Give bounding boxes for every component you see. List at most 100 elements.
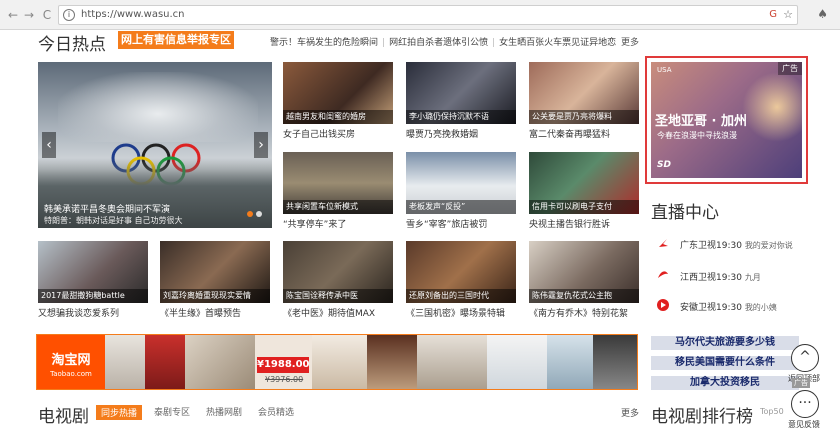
news-thumb[interactable]: 刘嘉玲离婚重现现实爱情 《半生缘》首曝预告 <box>160 241 270 319</box>
thumb-caption[interactable]: 央视主播告银行胜诉 <box>529 217 639 230</box>
hero-slideshow[interactable]: ‹ › 韩美承诺平昌冬奥会期间不军演 特朗普：朝韩对话是好事 自己功劳很大 <box>38 62 272 228</box>
back-to-top-icon[interactable]: ^ <box>791 344 819 372</box>
feedback-label[interactable]: 意见反馈 <box>788 419 820 430</box>
product-image[interactable] <box>367 335 417 389</box>
product-price[interactable]: ¥1988.00 <box>257 357 310 373</box>
slide-dot[interactable] <box>256 211 262 217</box>
back-button[interactable]: ← <box>6 8 20 22</box>
tv-drama-title: 电视剧 <box>38 407 89 427</box>
news-thumb[interactable]: 陈伟霆复仇花式公主抱 《南方有乔木》特别花絮 <box>529 241 639 319</box>
thumb-overlay-text: 越南男友和闺蜜的婚房 <box>283 110 393 124</box>
news-thumb[interactable]: 还原刘备出的三国时代 《三国机密》曝场景特辑 <box>406 241 516 319</box>
thumb-caption[interactable]: 《三国机密》曝场景特辑 <box>406 306 516 319</box>
thumb-caption[interactable]: 雪乡“宰客”旅店被罚 <box>406 217 516 230</box>
taobao-logo[interactable]: 淘宝网 Taobao.com <box>37 335 105 389</box>
bookmark-star-icon[interactable]: ☆ <box>783 8 793 21</box>
live-center-title: 直播中心 <box>651 203 719 223</box>
product-image[interactable] <box>185 335 255 389</box>
ad-title: 圣地亚哥 · 加州 <box>655 114 747 129</box>
live-channel-time[interactable]: 广东卫视19:30 <box>680 241 742 251</box>
ad-image[interactable]: USA 广告 圣地亚哥 · 加州 今春在浪漫中寻找浪漫 SD <box>651 62 802 178</box>
product-image[interactable] <box>487 335 547 389</box>
thumb-caption[interactable]: 女子自己出钱买房 <box>283 127 393 140</box>
slide-pagination <box>244 210 262 220</box>
tv-channel-icon <box>657 299 669 311</box>
tab-web-drama[interactable]: 热播网剧 <box>206 405 242 418</box>
ticker-link[interactable]: 女生晒百张火车票见证异地恋 <box>499 38 616 48</box>
thumb-overlay-text: 还原刘备出的三国时代 <box>406 289 516 303</box>
tv-more-link[interactable]: 更多 <box>621 406 639 419</box>
product-image[interactable] <box>593 335 637 389</box>
url-text[interactable]: https://www.wasu.cn <box>81 9 185 20</box>
ticker-link[interactable]: 警示！车祸发生的危险瞬间 <box>270 38 378 48</box>
ticker-link[interactable]: 网红拍自杀者遗体引公愤 <box>389 38 488 48</box>
live-program[interactable]: 我的小姨 <box>745 303 777 312</box>
tv-ranking-title: 电视剧排行榜 <box>651 407 753 427</box>
tv-channel-icon <box>658 271 668 278</box>
extension-icon[interactable]: G <box>769 9 777 20</box>
live-program[interactable]: 我的爱对你说 <box>745 241 793 250</box>
product-image[interactable] <box>417 335 487 389</box>
tv-channel-icon <box>659 239 668 247</box>
hot-more-link[interactable]: 更多 <box>621 35 639 48</box>
product-image[interactable] <box>105 335 145 389</box>
news-thumb[interactable]: 共享闲置车位新模式 “共享停车”来了 <box>283 152 393 230</box>
live-channel-time[interactable]: 安徽卫视19:30 <box>680 303 742 313</box>
address-bar[interactable]: i https://www.wasu.cn G ☆ <box>58 5 798 25</box>
thumb-caption[interactable]: “共享停车”来了 <box>283 217 393 230</box>
browser-toolbar: ← → C i https://www.wasu.cn G ☆ ♠ <box>0 0 840 30</box>
forward-button[interactable]: → <box>22 8 36 22</box>
live-channel-time[interactable]: 江西卫视19:30 <box>680 273 742 283</box>
live-channel-row[interactable]: 江西卫视19:30 九月 <box>656 268 806 286</box>
product-image[interactable] <box>312 335 367 389</box>
slide-prev-button[interactable]: ‹ <box>42 132 56 158</box>
ad-logo: SD <box>657 160 671 170</box>
news-thumb[interactable]: 信用卡可以刷电子支付 央视主播告银行胜诉 <box>529 152 639 230</box>
tab-thai-drama[interactable]: 泰剧专区 <box>154 405 190 418</box>
slide-next-button[interactable]: › <box>254 132 268 158</box>
sponsored-link[interactable]: 加拿大投资移民 <box>651 376 799 390</box>
news-thumb[interactable]: 越南男友和闺蜜的婚房 女子自己出钱买房 <box>283 62 393 140</box>
live-channel-row[interactable]: 广东卫视19:30 我的爱对你说 <box>656 236 806 254</box>
news-thumb[interactable]: 陈宝国诠释传承中医 《老中医》期待值MAX <box>283 241 393 319</box>
news-thumb[interactable]: 2017最甜撒狗糖battle 又想骗我谈恋爱系列 <box>38 241 148 319</box>
slide-subcaption[interactable]: 特朗普：朝韩对话是好事 自己功劳很大 <box>44 215 183 226</box>
sponsored-link[interactable]: 马尔代夫旅游要多少钱 <box>651 336 799 350</box>
live-channel-row[interactable]: 安徽卫视19:30 我的小姨 <box>656 298 806 316</box>
thumb-overlay-text: 共享闲置车位新模式 <box>283 200 393 214</box>
product-original-price: ¥3976.00 <box>265 375 304 384</box>
product-image[interactable] <box>547 335 593 389</box>
ad-tag: 广告 <box>778 62 802 75</box>
advertisement-box[interactable]: USA 广告 圣地亚哥 · 加州 今春在浪漫中寻找浪漫 SD <box>645 56 808 184</box>
thumb-caption[interactable]: 曝贾乃亮挽救婚姻 <box>406 127 516 140</box>
tab-sync-hot[interactable]: 同步热播 <box>96 405 143 420</box>
thumb-caption[interactable]: 《南方有乔木》特别花絮 <box>529 306 639 319</box>
live-program[interactable]: 九月 <box>745 273 761 282</box>
ad-usa-label: USA <box>657 66 672 74</box>
feedback-icon[interactable]: ··· <box>791 390 819 418</box>
thumb-overlay-text: 老板发声“反投” <box>406 200 516 214</box>
product-image[interactable] <box>145 335 185 389</box>
slide-dot[interactable] <box>247 211 253 217</box>
info-icon[interactable]: i <box>63 9 75 21</box>
news-thumb[interactable]: 李小璐仍保持沉默不语 曝贾乃亮挽救婚姻 <box>406 62 516 140</box>
browser-menu-icon[interactable]: ♠ <box>817 7 828 21</box>
thumb-caption[interactable]: 又想骗我谈恋爱系列 <box>38 306 148 319</box>
thumb-overlay-text: 刘嘉玲离婚重现现实爱情 <box>160 289 270 303</box>
tab-member-picks[interactable]: 会员精选 <box>258 405 294 418</box>
news-thumb[interactable]: 公关要是贾乃亮将爆料 富二代秦奋再曝猛料 <box>529 62 639 140</box>
reload-button[interactable]: C <box>40 8 54 22</box>
thumb-overlay-text: 信用卡可以刷电子支付 <box>529 200 639 214</box>
thumb-caption[interactable]: 《老中医》期待值MAX <box>283 306 393 319</box>
taobao-banner-ad[interactable]: 淘宝网 Taobao.com ¥1988.00 ¥3976.00 <box>36 334 638 390</box>
thumb-caption[interactable]: 《半生缘》首曝预告 <box>160 306 270 319</box>
thumb-overlay-text: 陈宝国诠释传承中医 <box>283 289 393 303</box>
sponsored-link[interactable]: 移民美国需要什么条件 <box>651 356 799 370</box>
headline-ticker: 警示！车祸发生的危险瞬间 | 网红拍自杀者遗体引公愤 | 女生晒百张火车票见证异地恋 <box>270 38 617 48</box>
thumb-caption[interactable]: 富二代秦奋再曝猛料 <box>529 127 639 140</box>
ad-subtitle: 今春在浪漫中寻找浪漫 <box>657 131 737 140</box>
report-harmful-info-button[interactable]: 网上有害信息举报专区 <box>118 31 234 49</box>
news-thumb[interactable]: 老板发声“反投” 雪乡“宰客”旅店被罚 <box>406 152 516 230</box>
ranking-tag[interactable]: Top50 <box>760 407 784 416</box>
slide-caption[interactable]: 韩美承诺平昌冬奥会期间不军演 <box>44 202 170 215</box>
